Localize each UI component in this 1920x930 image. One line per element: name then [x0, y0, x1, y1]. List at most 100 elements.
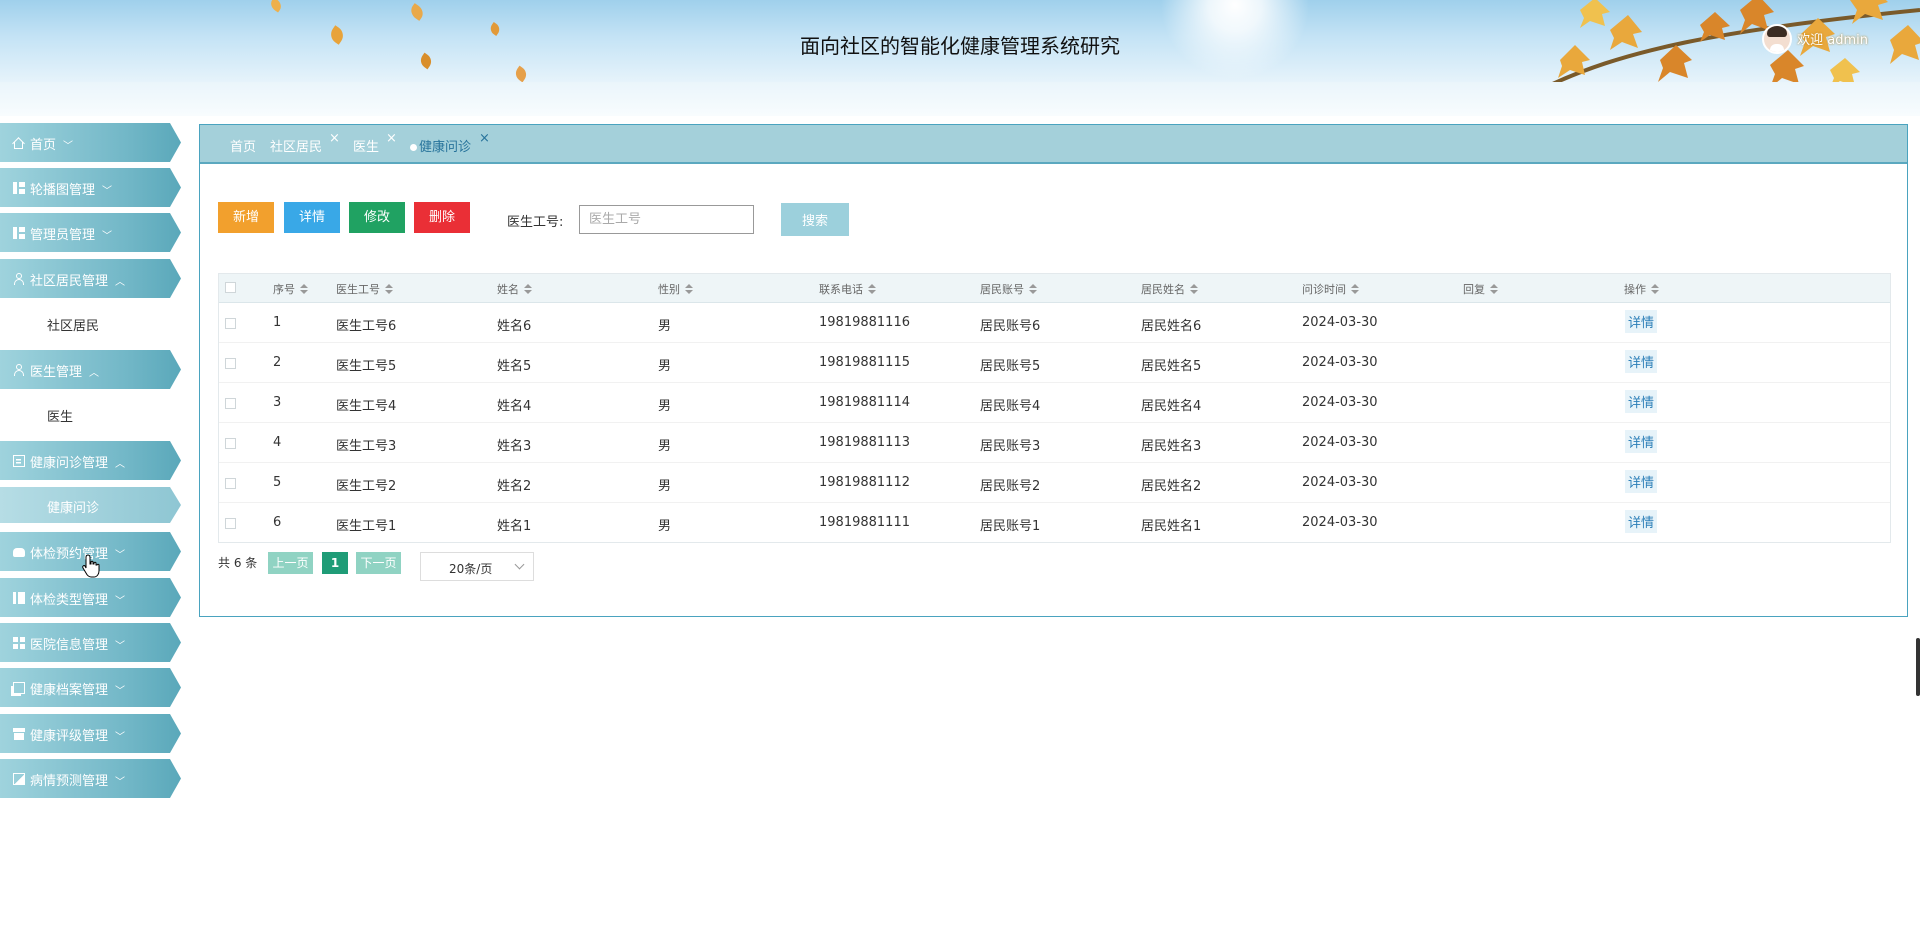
sidebar-item-prediction[interactable]: 病情预测管理 ﹀: [0, 759, 181, 798]
cell-doctor-id: 医生工号2: [336, 479, 397, 494]
sort-icon: [385, 284, 393, 294]
detail-button[interactable]: 详情: [284, 202, 340, 233]
column-header-time[interactable]: 问诊时间: [1302, 281, 1359, 297]
sidebar-item-health-records[interactable]: 健康档案管理 ﹀: [0, 668, 181, 707]
sidebar-item-consultation[interactable]: 健康问诊管理 ︿: [0, 441, 181, 480]
row-detail-link[interactable]: 详情: [1625, 430, 1658, 453]
cell-resident-name: 居民姓名6: [1141, 319, 1202, 334]
main-panel: 首页 社区居民 × 医生 × 健康问诊 × 新增 详情 修改 删除 医生工号: …: [199, 124, 1908, 617]
cell-resident-account: 居民账号2: [980, 479, 1041, 494]
sidebar-item-carousel[interactable]: 轮播图管理 ﹀: [0, 168, 181, 207]
doctor-id-search-input[interactable]: [579, 205, 754, 234]
sidebar-subitem-label: 社区居民: [47, 319, 100, 334]
sort-icon: [1351, 284, 1359, 294]
close-icon[interactable]: ×: [479, 131, 490, 146]
table-body: 1 医生工号6 姓名6 男 19819881116 居民账号6 居民姓名6 2024-03-3…: [219, 303, 1890, 542]
copy-icon: [12, 681, 25, 694]
chevron-down-icon: ﹀: [115, 777, 126, 788]
chevron-down-icon: ﹀: [115, 641, 126, 652]
sidebar-item-hospital[interactable]: 医院信息管理 ﹀: [0, 623, 181, 662]
tab-consultation[interactable]: 健康问诊 ×: [410, 131, 490, 155]
column-header-name[interactable]: 姓名: [497, 281, 532, 297]
row-checkbox[interactable]: [225, 518, 236, 529]
page-scrollbar[interactable]: [1916, 638, 1920, 696]
column-header-phone[interactable]: 联系电话: [819, 281, 876, 297]
column-header-doctor-id[interactable]: 医生工号: [336, 281, 393, 297]
row-checkbox[interactable]: [225, 358, 236, 369]
cell-name: 姓名4: [497, 399, 532, 414]
sidebar-subitem-residents[interactable]: 社区居民: [0, 305, 181, 341]
column-header-gender[interactable]: 性别: [658, 281, 693, 297]
row-detail-link[interactable]: 详情: [1625, 390, 1658, 413]
sort-icon: [1490, 284, 1498, 294]
tab-residents[interactable]: 社区居民 ×: [270, 131, 340, 155]
add-button[interactable]: 新增: [218, 202, 274, 233]
close-icon[interactable]: ×: [386, 131, 397, 146]
page-size-select[interactable]: 20条/页: [420, 552, 534, 581]
cell-no: 1: [273, 315, 282, 330]
sidebar-item-home[interactable]: 首页 ﹀: [0, 123, 181, 162]
sidebar-item-label: 健康问诊管理: [30, 456, 109, 471]
edit-button[interactable]: 修改: [349, 202, 405, 233]
columns-icon: [12, 591, 25, 604]
sidebar-item-checkup-types[interactable]: 体检类型管理 ﹀: [0, 578, 181, 617]
avatar[interactable]: [1762, 24, 1792, 54]
sidebar-item-label: 首页: [30, 138, 57, 153]
cell-time: 2024-03-30: [1302, 355, 1378, 370]
sidebar-item-label: 体检类型管理: [30, 593, 109, 608]
chevron-down-icon: ﹀: [102, 231, 113, 242]
search-button[interactable]: 搜索: [781, 203, 849, 236]
cell-time: 2024-03-30: [1302, 395, 1378, 410]
tab-label: 健康问诊: [419, 140, 472, 155]
chevron-down-icon: [514, 559, 525, 570]
row-detail-link[interactable]: 详情: [1625, 510, 1658, 533]
delete-button[interactable]: 删除: [414, 202, 470, 233]
sidebar-item-health-rating[interactable]: 健康评级管理 ﹀: [0, 714, 181, 753]
page-size-value: 20条/页: [449, 562, 493, 576]
tab-doctors[interactable]: 医生 ×: [353, 131, 397, 155]
row-checkbox[interactable]: [225, 318, 236, 329]
sidebar-item-label: 病情预测管理: [30, 774, 109, 789]
column-header-resident-account[interactable]: 居民账号: [980, 281, 1037, 297]
row-checkbox[interactable]: [225, 438, 236, 449]
tab-home[interactable]: 首页: [230, 136, 256, 155]
chevron-down-icon: ﹀: [102, 186, 113, 197]
sidebar-item-doctors[interactable]: 医生管理 ︿: [0, 350, 181, 389]
sort-icon: [524, 284, 532, 294]
sort-icon: [300, 284, 308, 294]
sidebar-item-residents[interactable]: 社区居民管理 ︿: [0, 259, 181, 298]
prev-page-button[interactable]: 上一页: [268, 552, 313, 574]
column-header-action[interactable]: 操作: [1624, 281, 1659, 297]
cell-gender: 男: [658, 359, 672, 374]
sidebar-subitem-label: 医生: [47, 410, 74, 425]
cell-resident-account: 居民账号4: [980, 399, 1041, 414]
cell-no: 6: [273, 515, 282, 530]
cell-resident-account: 居民账号3: [980, 439, 1041, 454]
row-checkbox[interactable]: [225, 398, 236, 409]
close-icon[interactable]: ×: [329, 131, 340, 146]
total-count: 共 6 条: [218, 556, 258, 570]
column-header-no[interactable]: 序号: [273, 281, 308, 297]
sidebar-item-admin[interactable]: 管理员管理 ﹀: [0, 213, 181, 252]
sidebar-subitem-consultation[interactable]: 健康问诊: [0, 487, 181, 523]
row-checkbox[interactable]: [225, 478, 236, 489]
column-header-resident-name[interactable]: 居民姓名: [1141, 281, 1198, 297]
row-detail-link[interactable]: 详情: [1625, 470, 1658, 493]
row-detail-link[interactable]: 详情: [1625, 350, 1658, 373]
cell-no: 4: [273, 435, 282, 450]
row-detail-link[interactable]: 详情: [1625, 310, 1658, 333]
chevron-up-icon: ︿: [115, 277, 126, 288]
table-row: 2 医生工号5 姓名5 男 19819881115 居民账号5 居民姓名5 2024-03-3…: [219, 343, 1890, 383]
leaf-decoration: [407, 3, 427, 21]
header-subband: [0, 82, 1920, 116]
welcome-text[interactable]: 欢迎 admin: [1797, 29, 1868, 48]
cell-doctor-id: 医生工号1: [336, 519, 397, 534]
sidebar-subitem-doctors[interactable]: 医生: [0, 396, 181, 432]
column-header-reply[interactable]: 回复: [1463, 281, 1498, 297]
sidebar-item-label: 医生管理: [30, 365, 83, 380]
next-page-button[interactable]: 下一页: [356, 552, 401, 574]
select-all-checkbox[interactable]: [225, 282, 236, 293]
page-1-button[interactable]: 1: [322, 552, 348, 574]
cell-gender: 男: [658, 439, 672, 454]
sort-icon: [1190, 284, 1198, 294]
